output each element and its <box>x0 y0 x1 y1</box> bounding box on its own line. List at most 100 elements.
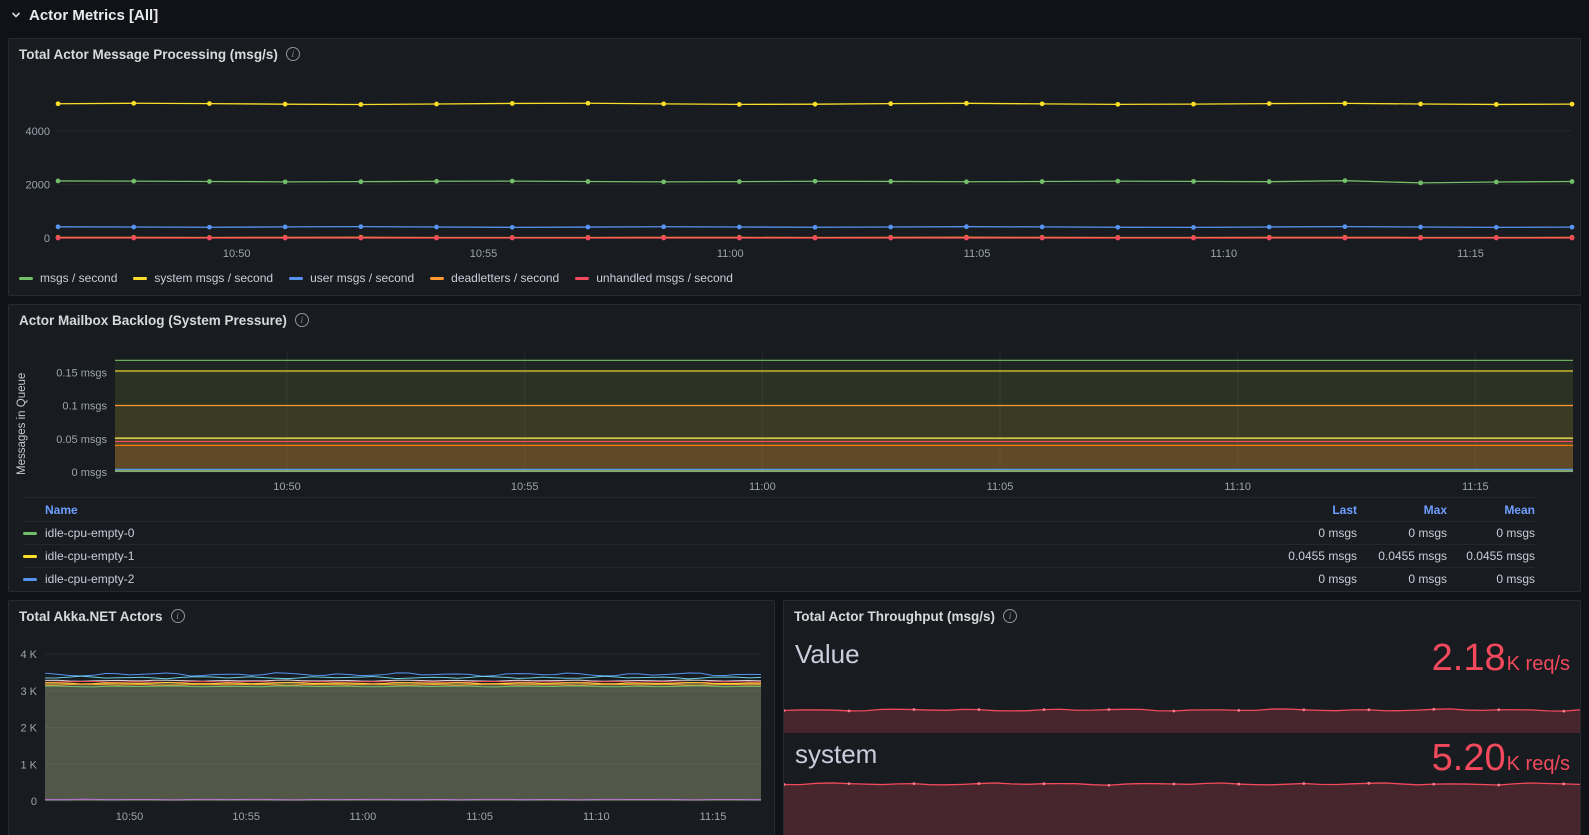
legend-swatch <box>289 276 304 280</box>
legend-table-header: Name Last Max Mean <box>23 497 1535 521</box>
column-header-mean[interactable]: Mean <box>1447 503 1535 517</box>
row-header-actor-metrics[interactable]: Actor Metrics [All] <box>0 0 1589 30</box>
series-name[interactable]: idle-cpu-empty-1 <box>23 549 1257 563</box>
legend-label: deadletters / second <box>451 271 560 285</box>
stat-label: system <box>795 739 878 769</box>
svg-text:4000: 4000 <box>26 126 50 138</box>
mailbox-backlog-chart[interactable]: 0 msgs 0.05 msgs 0.1 msgs 0.15 msgs 10:50 10:… <box>31 335 1580 497</box>
svg-text:4 K: 4 K <box>20 649 37 661</box>
stat-number: 2.18 <box>1431 637 1506 679</box>
panel-header: Total Akka.NET Actors <box>9 601 774 631</box>
svg-text:0 msgs: 0 msgs <box>72 467 108 479</box>
series-name-label: idle-cpu-empty-0 <box>45 526 135 540</box>
info-icon[interactable] <box>285 47 300 61</box>
svg-text:11:15: 11:15 <box>1457 248 1484 260</box>
series-name[interactable]: idle-cpu-empty-2 <box>23 572 1257 586</box>
stat-value: 2.18 K req/s <box>1432 639 1570 677</box>
panel-header: Total Actor Throughput (msg/s) <box>784 601 1580 631</box>
message-processing-chart[interactable]: 0 2000 4000 10:50 10:55 11:00 11:05 11:10 11:15 <box>9 69 1580 265</box>
legend-swatch <box>133 276 148 280</box>
cell-max: 0.0455 msgs <box>1378 549 1447 563</box>
table-row: idle-cpu-empty-2 0 msgs 0 msgs 0 msgs <box>23 567 1535 590</box>
legend-item[interactable]: unhandled msgs / second <box>575 271 733 285</box>
cell-max: 0 msgs <box>1408 572 1447 586</box>
panel-title-total-actors[interactable]: Total Akka.NET Actors <box>19 609 163 624</box>
panel-total-actors: Total Akka.NET Actors 0 1 K 2 K 3 K 4 K 10:50… <box>8 600 775 835</box>
panel-mailbox-backlog: Actor Mailbox Backlog (System Pressure) … <box>8 304 1581 592</box>
legend-label: msgs / second <box>40 271 118 285</box>
svg-text:10:55: 10:55 <box>232 811 260 823</box>
series-name-label: idle-cpu-empty-2 <box>45 572 135 586</box>
svg-text:10:50: 10:50 <box>273 481 301 493</box>
dashboard-body: Total Actor Message Processing (msg/s) 0… <box>0 30 1589 835</box>
bottom-row: Total Akka.NET Actors 0 1 K 2 K 3 K 4 K 10:50… <box>8 600 1581 835</box>
panel-throughput: Total Actor Throughput (msg/s) Value 2.18… <box>783 600 1581 835</box>
legend-item[interactable]: deadletters / second <box>430 271 559 285</box>
info-icon[interactable] <box>294 313 309 327</box>
svg-text:2 K: 2 K <box>20 723 37 735</box>
svg-text:11:10: 11:10 <box>1210 248 1237 260</box>
stat-unit: K req/s <box>1506 753 1570 775</box>
message-processing-legend: msgs / second system msgs / second user ms… <box>19 271 1580 285</box>
legend-swatch <box>23 531 37 535</box>
column-header-max[interactable]: Max <box>1357 503 1447 517</box>
svg-text:10:50: 10:50 <box>223 248 251 260</box>
legend-swatch <box>430 276 445 280</box>
legend-swatch <box>23 554 37 558</box>
svg-text:0.15 msgs: 0.15 msgs <box>56 367 107 379</box>
cell-last: 0 msgs <box>1318 526 1357 540</box>
svg-text:11:05: 11:05 <box>964 248 991 260</box>
svg-text:3 K: 3 K <box>20 686 37 698</box>
column-header-last[interactable]: Last <box>1257 503 1357 517</box>
table-row: idle-cpu-empty-1 0.0455 msgs 0.0455 msgs 0.… <box>23 544 1535 567</box>
svg-text:11:15: 11:15 <box>700 811 727 823</box>
svg-text:11:10: 11:10 <box>1224 481 1251 493</box>
chevron-down-icon <box>10 9 22 21</box>
stat-header: Value 2.18 K req/s <box>784 639 1580 679</box>
legend-swatch <box>23 577 37 581</box>
panel-title-throughput[interactable]: Total Actor Throughput (msg/s) <box>794 609 995 624</box>
legend-item[interactable]: msgs / second <box>19 271 117 285</box>
y-axis-label: Messages in Queue <box>16 372 28 475</box>
series-name[interactable]: idle-cpu-empty-0 <box>23 526 1257 540</box>
row-title: Actor Metrics [All] <box>29 6 159 24</box>
info-icon[interactable] <box>170 609 185 623</box>
cell-max: 0 msgs <box>1408 526 1447 540</box>
legend-label: unhandled msgs / second <box>596 271 733 285</box>
svg-text:11:05: 11:05 <box>466 811 493 823</box>
svg-text:0: 0 <box>44 233 50 245</box>
stat-unit: K req/s <box>1506 653 1570 675</box>
cell-mean: 0.0455 msgs <box>1466 549 1535 563</box>
panel-header: Actor Mailbox Backlog (System Pressure) <box>9 305 1580 335</box>
legend-item[interactable]: system msgs / second <box>133 271 273 285</box>
legend-swatch <box>575 276 590 280</box>
panel-header: Total Actor Message Processing (msg/s) <box>9 39 1580 69</box>
total-actors-chart[interactable]: 0 1 K 2 K 3 K 4 K 10:50 10:55 11:00 11:05 11:10 11… <box>9 631 774 835</box>
info-icon[interactable] <box>1002 609 1017 623</box>
panel-title-mailbox-backlog[interactable]: Actor Mailbox Backlog (System Pressure) <box>19 313 287 328</box>
stat-sparkline[interactable] <box>784 779 1580 835</box>
column-header-name[interactable]: Name <box>23 503 1257 517</box>
svg-text:0.1 msgs: 0.1 msgs <box>62 401 107 413</box>
cell-last: 0 msgs <box>1318 572 1357 586</box>
panel-title-message-processing[interactable]: Total Actor Message Processing (msg/s) <box>19 47 278 62</box>
panel-message-processing: Total Actor Message Processing (msg/s) 0… <box>8 38 1581 296</box>
stat-label: Value <box>795 639 860 669</box>
mailbox-legend-table: Name Last Max Mean idle-cpu-empty-0 0 msgs 0 m… <box>9 497 1580 590</box>
stat-list: Value 2.18 K req/s system 5.20 K req/s <box>784 639 1580 835</box>
svg-text:11:00: 11:00 <box>749 481 776 493</box>
stat-value: 5.20 K req/s <box>1432 739 1570 777</box>
stat-header: system 5.20 K req/s <box>784 739 1580 779</box>
stat-block-system: system 5.20 K req/s <box>784 739 1580 835</box>
svg-text:11:00: 11:00 <box>717 248 744 260</box>
legend-item[interactable]: user msgs / second <box>289 271 414 285</box>
stat-block-value: Value 2.18 K req/s <box>784 639 1580 733</box>
stat-number: 5.20 <box>1431 737 1506 779</box>
svg-text:10:55: 10:55 <box>511 481 539 493</box>
legend-swatch <box>19 276 33 280</box>
cell-last: 0.0455 msgs <box>1288 549 1357 563</box>
cell-mean: 0 msgs <box>1496 572 1535 586</box>
svg-text:10:55: 10:55 <box>470 248 498 260</box>
stat-sparkline[interactable] <box>784 705 1580 733</box>
svg-text:1 K: 1 K <box>20 759 37 771</box>
